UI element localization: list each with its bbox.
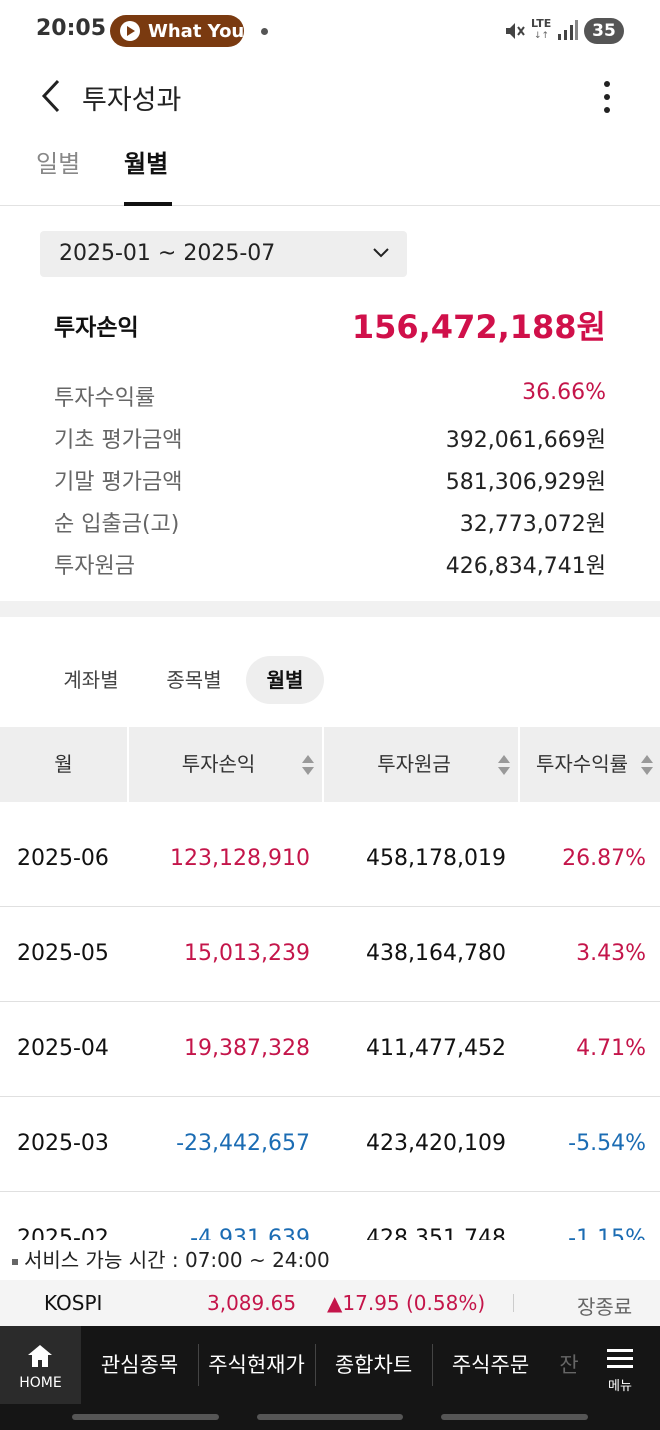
nav-menu[interactable]: 메뉴 bbox=[580, 1326, 660, 1404]
nav-watchlist[interactable]: 관심종목 bbox=[81, 1326, 198, 1404]
period-tabs: 일별 월별 bbox=[0, 130, 660, 206]
table-row[interactable]: 2025-03 -23,442,657 423,420,109 -5.54% bbox=[0, 1097, 660, 1192]
play-icon bbox=[120, 21, 140, 41]
notification-dot-icon bbox=[261, 28, 268, 35]
summary-label: 기초 평가금액 bbox=[54, 428, 183, 453]
cell-pl: 19,387,328 bbox=[184, 1036, 310, 1061]
tab-daily[interactable]: 일별 bbox=[36, 144, 80, 206]
cell-month: 2025-03 bbox=[17, 1131, 109, 1156]
cell-return-rate: 3.43% bbox=[576, 941, 646, 966]
network-type-label: LTE bbox=[531, 17, 552, 30]
ticker-change: ▲17.95 (0.58%) bbox=[327, 1291, 486, 1315]
chip-by-account[interactable]: 계좌별 bbox=[50, 656, 132, 704]
cell-principal: 423,420,109 bbox=[366, 1131, 506, 1156]
period-dropdown[interactable]: 2025-01 ~ 2025-07 bbox=[40, 231, 407, 277]
app-header: 투자성과 bbox=[0, 62, 660, 130]
sort-icon[interactable] bbox=[301, 753, 315, 777]
ticker-divider bbox=[513, 1294, 514, 1312]
nav-menu-label: 메뉴 bbox=[608, 1379, 632, 1394]
cell-return-rate: -5.54% bbox=[568, 1131, 646, 1156]
cell-month: 2025-04 bbox=[17, 1036, 109, 1061]
section-divider bbox=[0, 601, 660, 617]
cell-pl: 123,128,910 bbox=[170, 846, 310, 871]
summary-label: 투자원금 bbox=[54, 554, 135, 579]
table-row[interactable]: 2025-02 -4,931,639 428,351,748 -1.15% bbox=[0, 1192, 660, 1240]
monthly-table-body[interactable]: 2025-06 123,128,910 458,178,019 26.87% 2… bbox=[0, 812, 660, 1240]
market-status: 장종료 bbox=[577, 1295, 633, 1319]
investment-pl-label: 투자손익 bbox=[54, 315, 139, 341]
summary-value: 392,061,669원 bbox=[445, 428, 606, 453]
cell-principal: 428,351,748 bbox=[366, 1226, 506, 1240]
cell-principal: 458,178,019 bbox=[366, 846, 506, 871]
summary-value: 36.66% bbox=[522, 380, 606, 405]
system-nav-pill[interactable] bbox=[257, 1414, 403, 1420]
nav-stock-order[interactable]: 주식주문 bbox=[432, 1326, 549, 1404]
home-icon bbox=[28, 1345, 52, 1367]
battery-indicator: 35 bbox=[584, 18, 624, 44]
more-options-icon[interactable] bbox=[596, 78, 618, 114]
cell-pl: -23,442,657 bbox=[176, 1131, 310, 1156]
column-header-principal[interactable]: 투자원금 bbox=[324, 727, 518, 802]
cell-pl: 15,013,239 bbox=[184, 941, 310, 966]
view-filter-chips: 계좌별 종목별 월별 bbox=[0, 656, 660, 704]
nav-home-label: HOME bbox=[19, 1375, 62, 1391]
sort-icon[interactable] bbox=[497, 753, 511, 777]
system-nav-pill[interactable] bbox=[72, 1414, 219, 1420]
nav-chart[interactable]: 종합차트 bbox=[315, 1326, 432, 1404]
back-arrow-icon[interactable] bbox=[38, 78, 64, 114]
summary-row-principal: 투자원금 426,834,741원 bbox=[54, 548, 606, 584]
summary-row-closing-value: 기말 평가금액 581,306,929원 bbox=[54, 464, 606, 500]
nav-stock-quote[interactable]: 주식현재가 bbox=[198, 1326, 315, 1404]
summary-value: 581,306,929원 bbox=[445, 470, 606, 495]
signal-icon bbox=[558, 20, 578, 40]
page-title: 투자성과 bbox=[82, 85, 182, 116]
cell-month: 2025-05 bbox=[17, 941, 109, 966]
summary-row-opening-value: 기초 평가금액 392,061,669원 bbox=[54, 422, 606, 458]
chip-by-stock[interactable]: 종목별 bbox=[153, 656, 235, 704]
summary-label: 순 입출금(고) bbox=[54, 512, 180, 537]
ticker-name: KOSPI bbox=[44, 1291, 103, 1315]
nav-home[interactable]: HOME bbox=[0, 1326, 81, 1404]
cell-return-rate: 26.87% bbox=[562, 846, 646, 871]
cell-month: 2025-02 bbox=[17, 1226, 109, 1240]
table-row[interactable]: 2025-05 15,013,239 438,164,780 3.43% bbox=[0, 907, 660, 1002]
media-label: What You bbox=[148, 20, 244, 42]
cell-pl: -4,931,639 bbox=[190, 1226, 310, 1240]
ticker-value: 3,089.65 bbox=[207, 1291, 297, 1315]
service-hours-note: 서비스 가능 시간 : 07:00 ~ 24:00 bbox=[12, 1244, 330, 1273]
status-bar: 20:05 What You LTE ↓↑ 35 bbox=[0, 0, 660, 62]
summary-value: 426,834,741원 bbox=[445, 554, 606, 579]
summary-label: 기말 평가금액 bbox=[54, 470, 183, 495]
system-nav-pill[interactable] bbox=[441, 1414, 588, 1420]
sort-icon[interactable] bbox=[640, 753, 654, 777]
cell-principal: 438,164,780 bbox=[366, 941, 506, 966]
column-header-pl[interactable]: 투자손익 bbox=[129, 727, 322, 802]
market-ticker[interactable]: KOSPI 3,089.65 ▲17.95 (0.58%) 장종료 bbox=[0, 1280, 660, 1326]
cell-month: 2025-06 bbox=[17, 846, 109, 871]
summary-row-return-rate: 투자수익률 36.66% bbox=[54, 380, 606, 416]
media-notification-pill[interactable]: What You bbox=[110, 15, 244, 47]
summary-label: 투자수익률 bbox=[54, 386, 156, 411]
cell-return-rate: -1.15% bbox=[568, 1226, 646, 1240]
table-header: 월 투자손익 투자원금 투자수익률 bbox=[0, 727, 660, 802]
network-activity-icon: ↓↑ bbox=[534, 31, 550, 41]
status-time: 20:05 bbox=[36, 16, 107, 41]
summary-row-net-deposit: 순 입출금(고) 32,773,072원 bbox=[54, 506, 606, 542]
table-row[interactable]: 2025-04 19,387,328 411,477,452 4.71% bbox=[0, 1002, 660, 1097]
investment-pl-value: 156,472,188원 bbox=[351, 308, 606, 346]
summary-value: 32,773,072원 bbox=[459, 512, 606, 537]
chip-by-month[interactable]: 월별 bbox=[246, 656, 324, 704]
column-header-return-rate[interactable]: 투자수익률 bbox=[520, 727, 660, 802]
cell-return-rate: 4.71% bbox=[576, 1036, 646, 1061]
cell-principal: 411,477,452 bbox=[366, 1036, 506, 1061]
table-row[interactable]: 2025-06 123,128,910 458,178,019 26.87% bbox=[0, 812, 660, 907]
hamburger-menu-icon bbox=[607, 1349, 633, 1368]
tab-monthly[interactable]: 월별 bbox=[124, 144, 172, 206]
period-value: 2025-01 ~ 2025-07 bbox=[59, 241, 276, 266]
mute-icon bbox=[506, 23, 525, 39]
chevron-down-icon bbox=[373, 248, 389, 258]
column-header-month: 월 bbox=[54, 752, 73, 776]
